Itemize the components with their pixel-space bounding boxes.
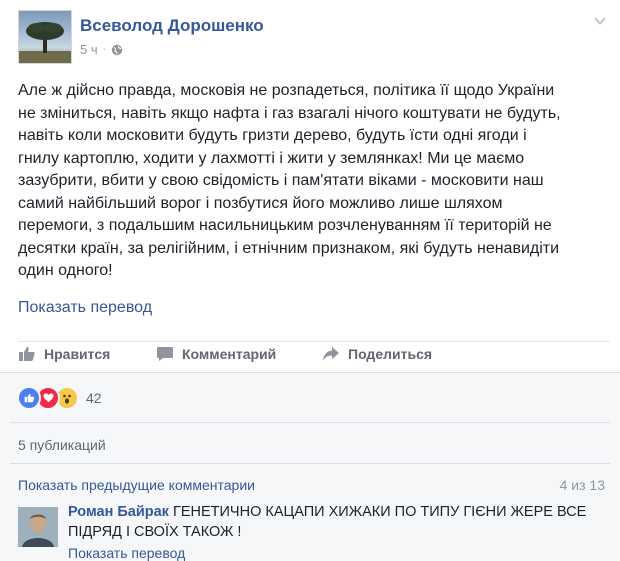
comment-translate-link[interactable]: Показать перевод [68,545,185,561]
post-time[interactable]: 5 ч [80,42,98,57]
post-text: Але ж дійсно правда, московія не розпаде… [18,80,610,283]
chevron-down-icon[interactable] [592,14,608,28]
post-text-line: гнилу картоплю, ходити у лахмотті і жити… [18,149,525,167]
author-name[interactable]: Всеволод Дорошенко [80,16,264,36]
reaction-count: 42 [86,390,102,406]
post-meta: 5 ч · [80,42,123,57]
post-text-line: самий найбільший ворог і позбутися його … [18,194,503,212]
feedback-section: 42 5 публикаций Показать предыдущие комм… [0,372,620,561]
share-button[interactable]: Поделиться [322,346,432,362]
globe-icon[interactable] [111,44,123,56]
post-text-line: Але ж дійсно правда, московія не розпаде… [18,82,555,99]
reactions-summary[interactable]: 42 [17,386,102,410]
post: Всеволод Дорошенко 5 ч · Але ж дійсно пр… [0,0,620,561]
share-icon [323,347,339,361]
post-text-line: десятки країн, за релігійним, і етнічним… [18,239,560,257]
like-label: Нравится [44,346,111,362]
post-text-line: зазубрити, вбити у свою свідомість і пам… [18,172,544,189]
post-text-line: навіть коли московити будуть гризти дере… [18,127,527,144]
comment-icon [157,347,173,361]
commenter-name[interactable]: Роман Байрак [68,504,169,520]
post-text-line: не зміниться, навіть якщо нафта і газ вз… [18,104,561,122]
comment-label: Комментарий [182,346,277,362]
post-text-line: один одного! [18,262,113,279]
tree-image [19,22,71,63]
translate-link[interactable]: Показать перевод [18,299,152,317]
comments-counter: 4 из 13 [559,477,605,493]
like-button[interactable]: Нравится [18,346,110,362]
comment-button[interactable]: Комментарий [156,346,276,362]
commenter-avatar[interactable] [18,507,58,547]
commenter-photo [18,507,58,547]
divider [10,422,610,423]
shares-count[interactable]: 5 публикаций [18,437,106,453]
comment-body: Роман Байрак ГЕНЕТИЧНО КАЦАПИ ХИЖАКИ ПО … [68,503,608,542]
like-reaction-icon [17,386,41,410]
author-avatar[interactable] [18,10,72,64]
divider [10,463,610,464]
meta-separator: · [102,44,106,55]
share-label: Поделиться [348,346,433,362]
like-icon [19,347,35,361]
post-text-line: перемоги, з подальшим насильницьким розч… [18,217,552,234]
previous-comments-link[interactable]: Показать предыдущие комментарии [18,477,255,493]
action-bar: Нравится Комментарий Поделиться [18,341,610,372]
